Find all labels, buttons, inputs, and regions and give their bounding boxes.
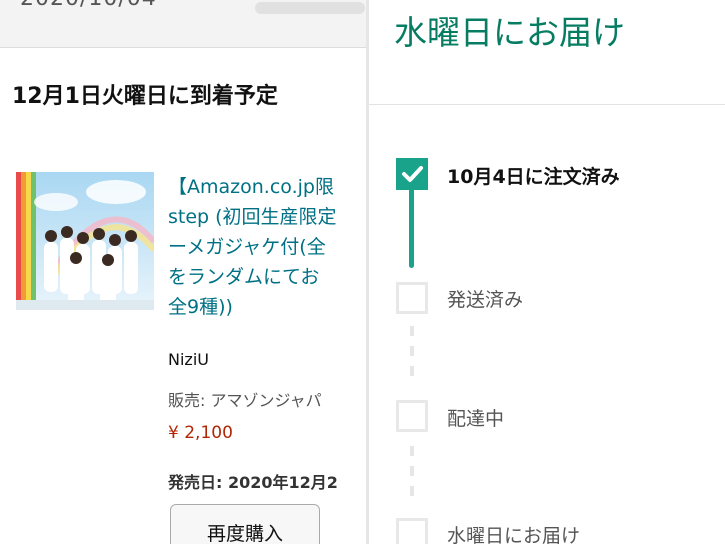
delivery-status-title: 水曜日にお届け: [394, 13, 625, 52]
product-artist: NiziU: [168, 350, 209, 369]
progress-dash: [410, 486, 414, 496]
progress-dash: [410, 326, 414, 336]
step-shipped-box: [396, 282, 428, 314]
step-in-transit-box: [396, 400, 428, 432]
order-header: 2020/10/04: [0, 0, 366, 48]
product-release-date: 発売日: 2020年12月2: [168, 473, 338, 492]
product-seller: 販売: アマゾンジャパ: [168, 391, 322, 410]
step-label-shipped: 発送済み: [447, 289, 524, 311]
order-date: 2020/10/04: [20, 0, 157, 11]
step-delivered-box: [396, 518, 428, 544]
progress-dash: [410, 446, 414, 456]
progress-bar: [409, 188, 414, 268]
step-ordered-check-icon: [396, 158, 428, 190]
tracking-panel: 水曜日にお届け 10月4日に注文済み 発送済み 配達中 水曜日にお届け: [369, 0, 725, 544]
step-label-in-transit: 配達中: [447, 408, 505, 430]
progress-dash: [410, 466, 414, 476]
progress-dash: [410, 346, 414, 356]
product-image[interactable]: [16, 172, 154, 310]
divider-line: [369, 104, 725, 105]
blurred-area: [255, 2, 365, 14]
delivery-estimate: 12月1日火曜日に到着予定: [12, 84, 278, 109]
buy-again-button[interactable]: 再度購入: [170, 504, 320, 544]
product-price: ¥ 2,100: [168, 423, 233, 443]
order-summary-panel: 2020/10/04 12月1日火曜日に到着予定: [0, 0, 366, 544]
progress-dash: [410, 366, 414, 376]
step-label-ordered: 10月4日に注文済み: [447, 166, 620, 188]
product-title-link[interactable]: 【Amazon.co.jp限 step (初回生産限定 ーメガジャケ付(全 をラ…: [168, 172, 366, 322]
step-label-delivered: 水曜日にお届け: [447, 525, 581, 544]
